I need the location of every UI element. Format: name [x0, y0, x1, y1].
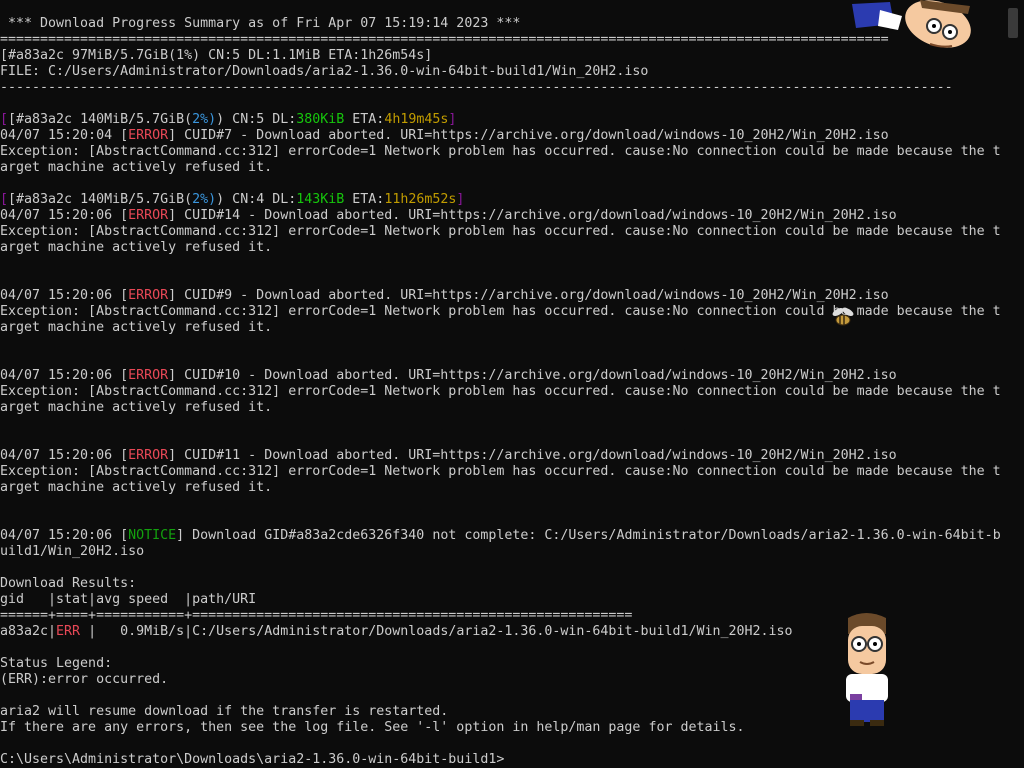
- cartoon-character-peeking-icon: [852, 0, 971, 48]
- scrollbar-track[interactable]: [1006, 0, 1024, 768]
- error-tag: ERROR: [128, 288, 169, 303]
- results-divider: ======+====+===========+================…: [0, 608, 633, 623]
- download-speed: 380KiB: [296, 112, 345, 127]
- exception-line: Exception: [AbstractCommand.cc:312] erro…: [0, 224, 1001, 239]
- progress-line: [[#a83a2c 140MiB/5.7GiB(2%)) CN:5 DL:380…: [0, 112, 457, 127]
- exception-line: Exception: [AbstractCommand.cc:312] erro…: [0, 464, 1001, 479]
- file-line: FILE: C:/Users/Administrator/Downloads/a…: [0, 64, 649, 79]
- error-line: 04/07 15:20:06 [ERROR] CUID#9 - Download…: [0, 288, 889, 303]
- command-prompt[interactable]: C:\Users\Administrator\Downloads\aria2-1…: [0, 752, 504, 768]
- error-tag: ERROR: [128, 128, 169, 143]
- status-err: ERR: [56, 624, 81, 639]
- legend-err: (ERR):error occurred.: [0, 672, 169, 687]
- log-note: If there are any errors, then see the lo…: [0, 720, 745, 735]
- exception-line-wrap: arget machine actively refused it.: [0, 160, 273, 175]
- summary-header: *** Download Progress Summary as of Fri …: [0, 16, 521, 31]
- error-tag: ERROR: [128, 208, 169, 223]
- results-title: Download Results:: [0, 576, 137, 591]
- error-line: 04/07 15:20:06 [ERROR] CUID#11 - Downloa…: [0, 448, 897, 463]
- progress-line: [[#a83a2c 140MiB/5.7GiB(2%)) CN:4 DL:143…: [0, 192, 465, 207]
- exception-line-wrap: arget machine actively refused it.: [0, 480, 273, 495]
- results-header: gid |stat|avg speed |path/URI: [0, 592, 257, 607]
- cartoon-character-standing-icon: [846, 613, 888, 726]
- eta-value: 4h19m45s: [384, 112, 449, 127]
- notice-line-wrap: uild1/Win_20H2.iso: [0, 544, 145, 559]
- exception-line-wrap: arget machine actively refused it.: [0, 240, 273, 255]
- exception-line-wrap: arget machine actively refused it.: [0, 400, 273, 415]
- error-tag: ERROR: [128, 448, 169, 463]
- error-line: 04/07 15:20:06 [ERROR] CUID#10 - Downloa…: [0, 368, 897, 383]
- notice-tag: NOTICE: [128, 528, 177, 543]
- result-row: a83a2c|ERR | 0.9MiB/s|C:/Users/Administr…: [0, 624, 793, 639]
- exception-line: Exception: [AbstractCommand.cc:312] erro…: [0, 384, 1001, 399]
- error-line: 04/07 15:20:06 [ERROR] CUID#14 - Downloa…: [0, 208, 897, 223]
- divider-single: ----------------------------------------…: [0, 80, 953, 95]
- bracket-open: [: [0, 112, 9, 127]
- progress-line: [#a83a2c 97MiB/5.7GiB(1%) CN:5 DL:1.1MiB…: [0, 48, 433, 63]
- error-line: 04/07 15:20:04 [ERROR] CUID#7 - Download…: [0, 128, 889, 143]
- download-speed: 143KiB: [296, 192, 345, 207]
- divider-double: ========================================…: [0, 32, 889, 47]
- exception-line: Exception: [AbstractCommand.cc:312] erro…: [0, 144, 1001, 159]
- error-tag: ERROR: [128, 368, 169, 383]
- scrollbar-thumb[interactable]: [1008, 8, 1018, 38]
- progress-percent: 2%: [192, 192, 209, 207]
- exception-line-wrap: arget machine actively refused it.: [0, 320, 273, 335]
- eta-value: 11h26m52s: [384, 192, 457, 207]
- legend-title: Status Legend:: [0, 656, 113, 671]
- notice-line: 04/07 15:20:06 [NOTICE] Download GID#a83…: [0, 528, 1001, 543]
- progress-percent: 2%: [192, 112, 209, 127]
- bee-icon: [832, 308, 854, 326]
- resume-note: aria2 will resume download if the transf…: [0, 704, 449, 719]
